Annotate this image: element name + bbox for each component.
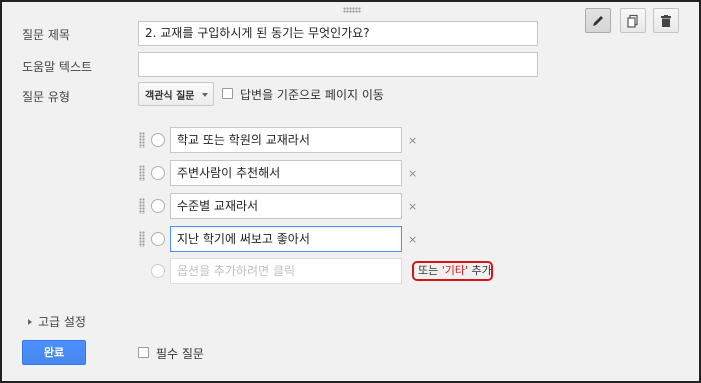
duplicate-button[interactable]: [620, 8, 646, 33]
add-other-prefix: 또는: [418, 264, 442, 277]
chevron-down-icon: [202, 93, 208, 97]
title-label: 질문 제목: [22, 28, 70, 42]
option-radio: [151, 232, 165, 246]
remove-option-icon[interactable]: ×: [408, 167, 417, 180]
option-input[interactable]: 학교 또는 학원의 교재라서: [170, 127, 402, 153]
copy-icon: [627, 14, 638, 28]
remove-option-icon[interactable]: ×: [408, 200, 417, 213]
drag-handle[interactable]: [343, 7, 361, 13]
required-checkbox[interactable]: [138, 347, 149, 358]
option-input[interactable]: 주변사람이 추천해서: [170, 160, 402, 186]
add-option-input[interactable]: 옵션을 추가하려면 클릭: [170, 258, 402, 284]
done-button[interactable]: 완료: [22, 340, 86, 365]
help-text-input[interactable]: [138, 52, 538, 77]
add-other-highlight: '기타': [441, 264, 469, 277]
option-radio: [151, 166, 165, 180]
pencil-icon: [593, 15, 603, 26]
edit-button[interactable]: [585, 8, 611, 33]
option-radio: [151, 133, 165, 147]
delete-button[interactable]: [653, 8, 679, 33]
help-text-label: 도움말 텍스트: [22, 60, 93, 74]
option-input[interactable]: 수준별 교재라서: [170, 193, 402, 219]
required-label: 필수 질문: [156, 347, 204, 361]
question-editor-panel: 질문 제목 2. 교재를 구입하시게 된 동기는 무엇인가요? 도움말 텍스트 …: [0, 0, 701, 383]
question-type-label: 질문 유형: [22, 90, 70, 104]
option-drag-handle[interactable]: [139, 132, 145, 148]
page-nav-checkbox[interactable]: [222, 88, 233, 99]
add-other-suffix: 추가: [468, 264, 492, 277]
question-title-input[interactable]: 2. 교재를 구입하시게 된 동기는 무엇인가요?: [138, 21, 538, 46]
question-type-value: 객관식 질문: [145, 90, 195, 102]
option-drag-handle[interactable]: [139, 165, 145, 181]
trash-icon: [661, 14, 671, 27]
remove-option-icon[interactable]: ×: [408, 233, 417, 246]
question-type-dropdown[interactable]: 객관식 질문: [138, 82, 214, 106]
page-nav-label: 답변을 기준으로 페이지 이동: [240, 88, 384, 102]
chevron-right-icon: [28, 318, 32, 325]
option-drag-handle[interactable]: [139, 231, 145, 247]
advanced-settings-toggle[interactable]: 고급 설정: [28, 313, 86, 330]
option-radio: [151, 264, 165, 278]
option-input[interactable]: 지난 학기에 써보고 좋아서: [170, 226, 402, 252]
add-other-link[interactable]: 또는 '기타' 추가: [412, 261, 493, 281]
option-radio: [151, 199, 165, 213]
remove-option-icon[interactable]: ×: [408, 134, 417, 147]
advanced-settings-label: 고급 설정: [38, 315, 86, 329]
option-drag-handle[interactable]: [139, 198, 145, 214]
